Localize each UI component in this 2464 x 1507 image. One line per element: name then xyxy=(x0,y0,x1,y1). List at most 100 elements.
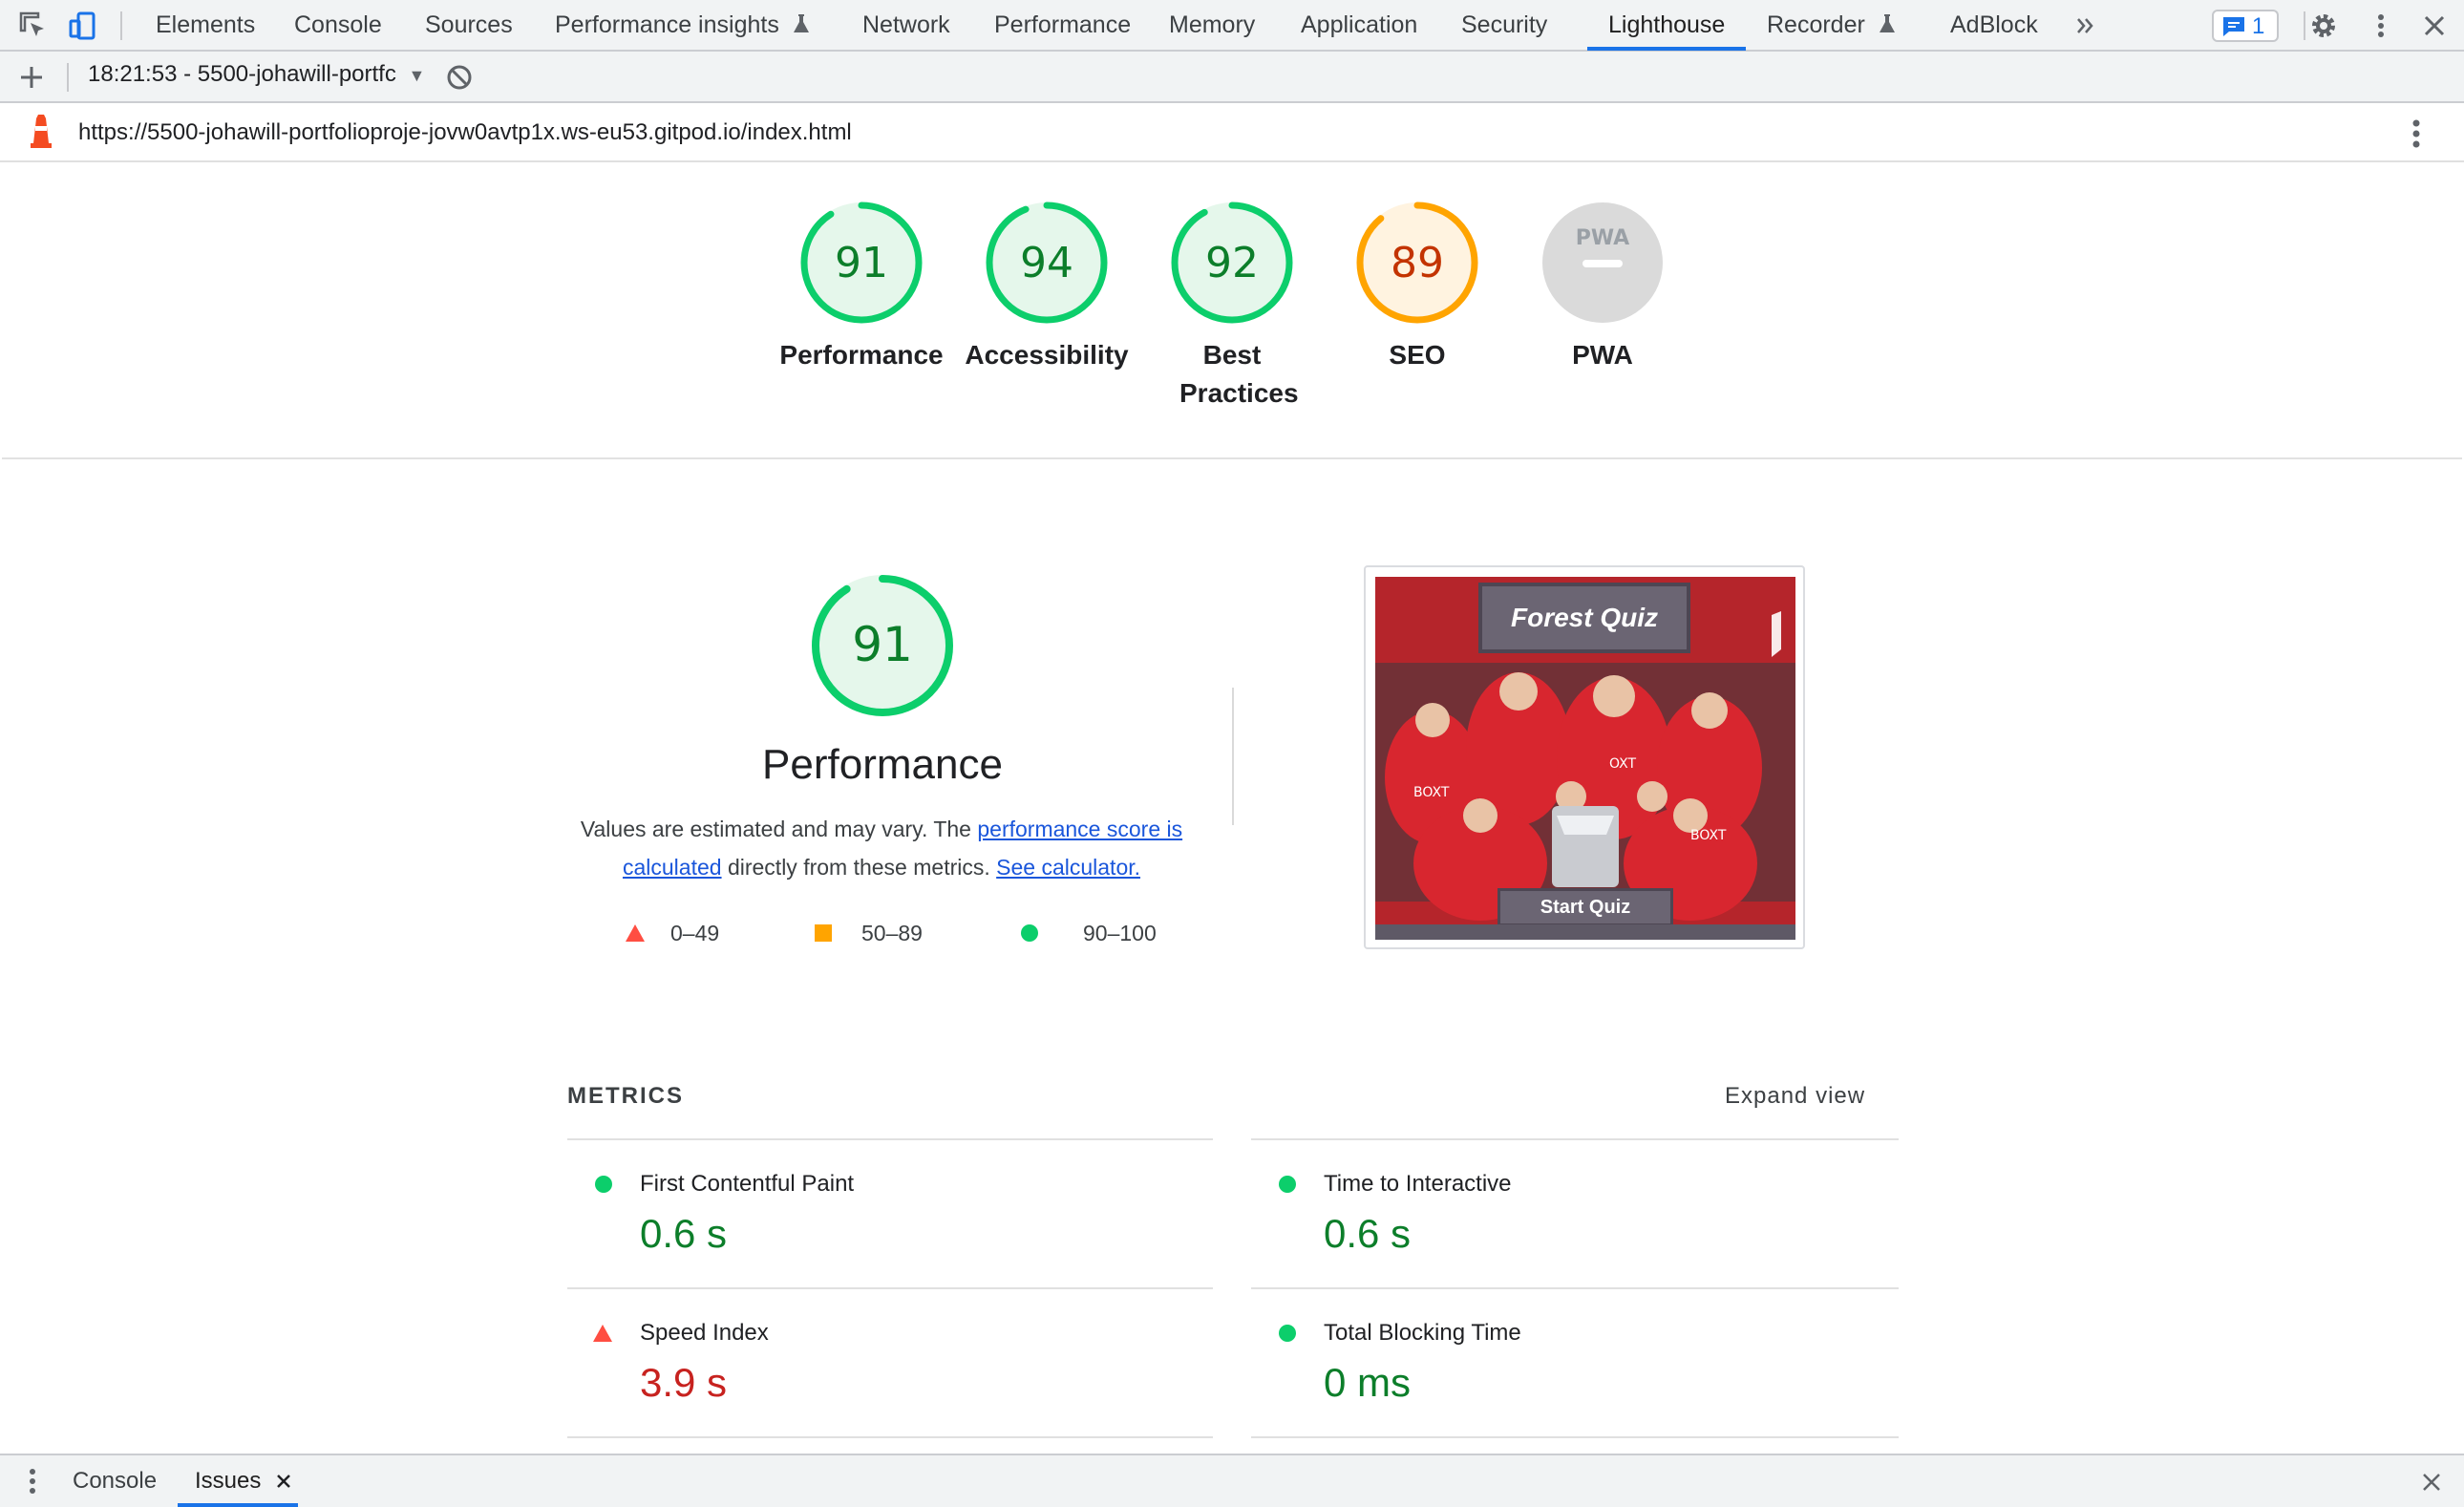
screenshot-thumbnail: BOXT OXT BOXT Forest Quiz Start Quiz xyxy=(1375,577,1795,940)
gauge-label: SEO xyxy=(1389,340,1446,370)
metric-divider xyxy=(567,1287,1213,1289)
gauge-accessibility[interactable]: 94 Accessibility xyxy=(951,199,1142,374)
see-calculator-link[interactable]: See calculator. xyxy=(996,855,1140,880)
tab-sources[interactable]: Sources xyxy=(425,0,513,50)
svg-text:OXT: OXT xyxy=(1609,756,1636,772)
gauge-ring: 94 xyxy=(986,202,1108,324)
pwa-badge-text: PWA xyxy=(1576,226,1629,250)
vertical-divider xyxy=(1232,688,1234,825)
lighthouse-logo-icon xyxy=(31,115,52,148)
close-devtools-icon[interactable] xyxy=(2418,10,2451,42)
gauge-label: Performance xyxy=(779,340,944,370)
report-menu-icon[interactable] xyxy=(2407,117,2426,151)
tab-adblock[interactable]: AdBlock xyxy=(1950,0,2038,50)
gauge-score: 91 xyxy=(835,239,888,287)
toolbar-divider xyxy=(2304,11,2305,40)
new-report-plus-icon[interactable] xyxy=(15,61,48,94)
clear-reports-icon[interactable] xyxy=(443,61,476,94)
gauge-ring: 92 xyxy=(1171,202,1293,324)
legend-pass-label: 90–100 xyxy=(1083,921,1157,945)
device-toolbar-icon[interactable] xyxy=(67,10,99,42)
drawer-tabbar: Console Issues xyxy=(0,1454,2464,1507)
gauge-performance[interactable]: 91 Performance xyxy=(766,199,957,374)
desc-text: Values are estimated and may vary. The xyxy=(580,817,978,841)
screenshot-footer xyxy=(1375,924,1795,940)
tab-performance-insights-label: Performance insights xyxy=(555,11,779,38)
tab-recorder[interactable]: Recorder xyxy=(1767,0,1897,50)
svg-text:BOXT: BOXT xyxy=(1690,828,1727,843)
gauge-score: 92 xyxy=(1205,239,1259,287)
metric-divider xyxy=(1251,1138,1899,1140)
dropdown-arrow-icon: ▼ xyxy=(408,66,426,85)
metric-divider xyxy=(1251,1436,1899,1438)
report-url: https://5500-johawill-portfolioproje-jov… xyxy=(78,119,852,145)
active-tab-indicator xyxy=(1587,47,1746,51)
experiment-flask-icon xyxy=(793,14,809,32)
devtools-window: Elements Console Sources Performance ins… xyxy=(0,0,2464,1507)
desc-text: directly from these metrics. xyxy=(721,855,997,880)
drawer-tab-console[interactable]: Console xyxy=(73,1455,157,1507)
gauge-ring: 91 xyxy=(800,202,923,324)
performance-title: Performance xyxy=(762,741,1003,788)
inspect-element-icon[interactable] xyxy=(17,10,50,42)
drawer-tab-issues[interactable]: Issues xyxy=(195,1455,261,1507)
section-divider xyxy=(2,457,2462,459)
final-screenshot[interactable]: BOXT OXT BOXT Forest Quiz Start Quiz xyxy=(1364,565,1805,949)
report-selector-label: 18:21:53 - 5500-johawill-portfc xyxy=(88,61,396,87)
pass-circle-icon xyxy=(595,1176,612,1193)
metric-divider xyxy=(567,1138,1213,1140)
legend-fail: 0–49 xyxy=(625,921,719,946)
gauge-seo[interactable]: 89 SEO xyxy=(1322,199,1513,374)
devtools-tabbar: Elements Console Sources Performance ins… xyxy=(0,0,2464,52)
metric-name-fcp: First Contentful Paint xyxy=(640,1171,855,1197)
gauge-score: 94 xyxy=(1020,239,1073,287)
customize-menu-icon[interactable] xyxy=(2365,10,2397,42)
metric-value-tti: 0.6 s xyxy=(1324,1211,1412,1256)
tab-recorder-label: Recorder xyxy=(1767,11,1865,38)
tab-console[interactable]: Console xyxy=(294,0,382,50)
toolbar-divider xyxy=(67,63,69,92)
close-drawer-icon[interactable] xyxy=(2420,1471,2443,1494)
tab-lighthouse[interactable]: Lighthouse xyxy=(1608,0,1725,50)
metric-name-tti: Time to Interactive xyxy=(1324,1171,1512,1197)
tab-memory[interactable]: Memory xyxy=(1169,0,1255,50)
metric-divider xyxy=(567,1436,1213,1438)
more-tabs-chevron-icon[interactable] xyxy=(2071,10,2103,42)
issues-count: 1 xyxy=(2252,13,2265,39)
performance-gauge-large: 91 xyxy=(812,575,953,716)
pass-circle-icon xyxy=(1021,924,1038,942)
fail-triangle-icon xyxy=(593,1325,612,1342)
gauge-best-practices[interactable]: 92 Best Practices xyxy=(1136,199,1328,413)
metric-value-speed-index: 3.9 s xyxy=(640,1360,728,1405)
report-url-bar: https://5500-johawill-portfolioproje-jov… xyxy=(0,103,2464,162)
pass-circle-icon xyxy=(1279,1325,1296,1342)
pass-circle-icon xyxy=(1279,1176,1296,1193)
settings-gear-icon[interactable] xyxy=(2307,10,2340,42)
close-tab-icon[interactable] xyxy=(275,1473,292,1490)
issues-counter-button[interactable]: 1 xyxy=(2212,10,2279,42)
tab-security[interactable]: Security xyxy=(1461,0,1547,50)
drawer-active-indicator xyxy=(178,1503,298,1507)
legend-fail-label: 0–49 xyxy=(670,921,720,945)
metrics-heading: METRICS xyxy=(567,1083,684,1109)
tab-network[interactable]: Network xyxy=(862,0,950,50)
gauge-pwa[interactable]: PWA PWA xyxy=(1507,199,1698,374)
tab-performance[interactable]: Performance xyxy=(994,0,1131,50)
message-icon xyxy=(2223,17,2244,36)
legend-average: 50–89 xyxy=(814,921,923,946)
tab-elements[interactable]: Elements xyxy=(156,0,255,50)
report-selector[interactable]: 18:21:53 - 5500-johawill-portfc ▼ xyxy=(88,61,425,88)
metric-value-fcp: 0.6 s xyxy=(640,1211,728,1256)
svg-text:BOXT: BOXT xyxy=(1413,785,1450,800)
gauge-score: 89 xyxy=(1391,239,1444,287)
drawer-menu-icon[interactable] xyxy=(27,1465,38,1497)
tab-performance-insights[interactable]: Performance insights xyxy=(555,0,811,50)
legend-pass: 90–100 xyxy=(1020,921,1157,946)
expand-view-toggle[interactable]: Expand view xyxy=(1725,1083,1865,1110)
tab-application[interactable]: Application xyxy=(1301,0,1417,50)
gauge-ring: PWA xyxy=(1542,202,1663,323)
report-toolbar: 18:21:53 - 5500-johawill-portfc ▼ xyxy=(0,52,2464,103)
metric-name-tbt: Total Blocking Time xyxy=(1324,1320,1521,1346)
legend-average-label: 50–89 xyxy=(861,921,923,945)
metric-name-speed-index: Speed Index xyxy=(640,1320,769,1346)
